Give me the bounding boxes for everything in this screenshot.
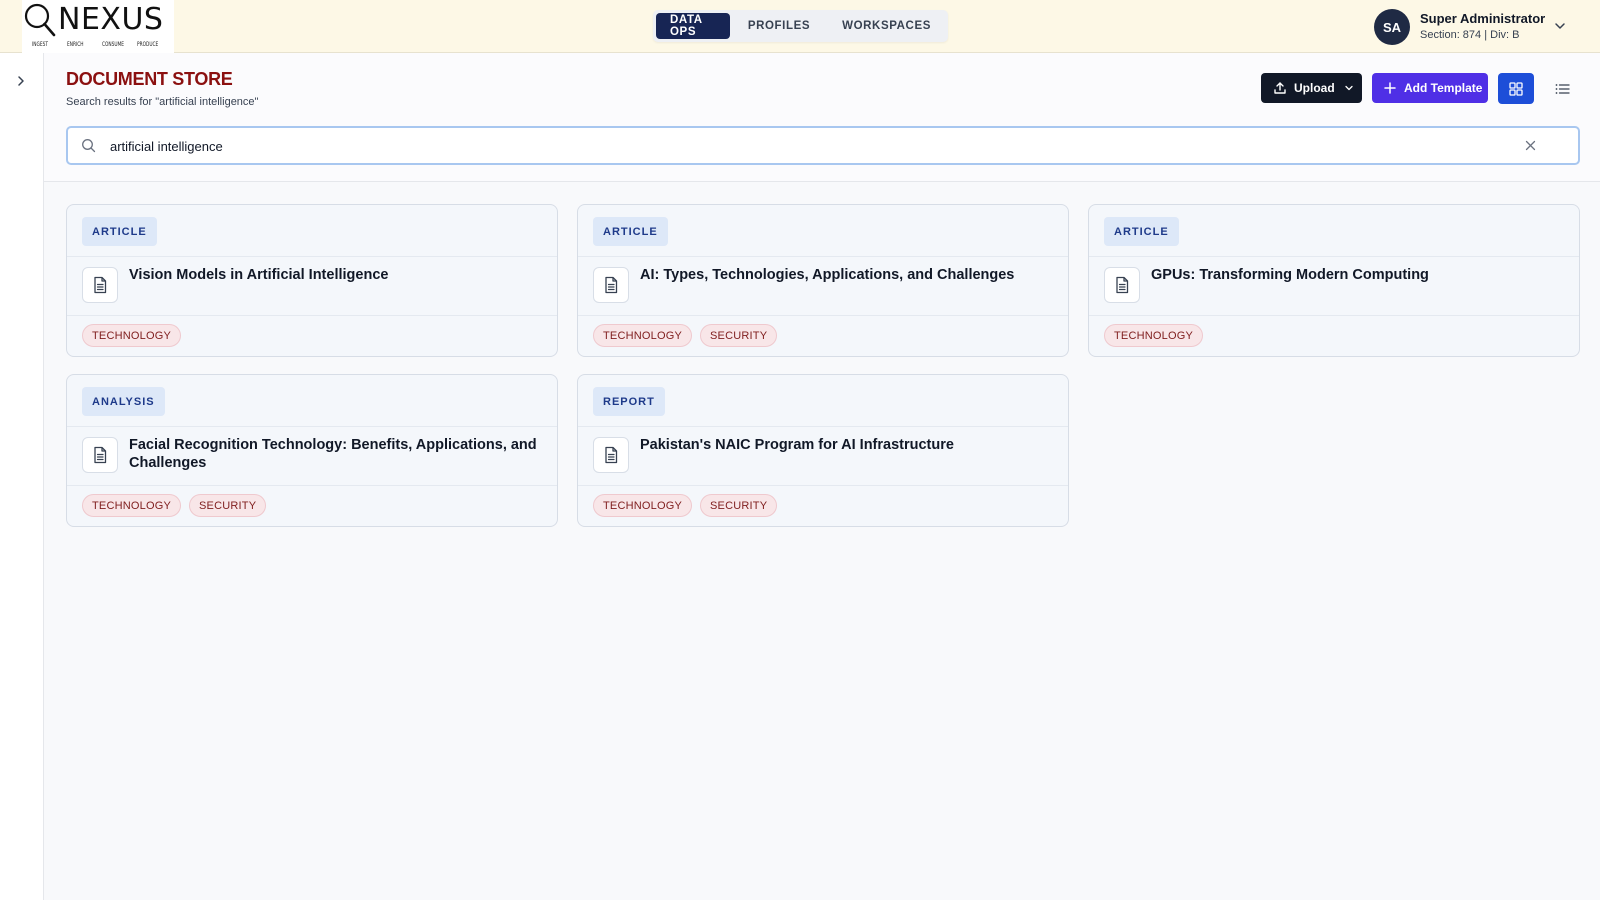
tag-list: TECHNOLOGY SECURITY	[82, 494, 267, 517]
divider	[578, 256, 1068, 257]
add-template-button[interactable]: Add Template	[1372, 73, 1488, 103]
document-type-badge: ARTICLE	[82, 217, 157, 246]
tag[interactable]: TECHNOLOGY	[593, 324, 693, 347]
brand-logo[interactable]: NEXUS INGEST ENRICH CONSUME PRODUCE	[22, 0, 174, 53]
grid-icon	[1509, 81, 1523, 96]
document-type-badge: REPORT	[593, 387, 665, 416]
document-icon	[82, 437, 118, 473]
chevron-down-icon	[1345, 85, 1353, 91]
avatar[interactable]: SA	[1374, 9, 1410, 45]
document-title[interactable]: GPUs: Transforming Modern Computing	[1151, 266, 1561, 284]
brand-tagline-item: PRODUCE	[137, 41, 159, 48]
divider	[67, 485, 557, 486]
tag[interactable]: SECURITY	[700, 324, 778, 347]
search-bar	[66, 126, 1580, 165]
brand-tagline-item: INGEST	[32, 41, 48, 48]
divider	[578, 485, 1068, 486]
brand-name: NEXUS	[58, 2, 164, 37]
page-header: DOCUMENT STORE Search results for "artif…	[44, 53, 1600, 182]
document-title[interactable]: Pakistan's NAIC Program for AI Infrastru…	[640, 436, 1050, 454]
search-input[interactable]	[110, 135, 1510, 157]
tag[interactable]: SECURITY	[700, 494, 778, 517]
user-section-info: Section: 874 | Div: B	[1420, 29, 1520, 41]
document-type-badge: ARTICLE	[1104, 217, 1179, 246]
tag[interactable]: TECHNOLOGY	[1104, 324, 1204, 347]
divider	[67, 426, 557, 427]
tab-profiles[interactable]: PROFILES	[734, 13, 824, 39]
brand-tagline-item: CONSUME	[102, 41, 125, 48]
document-icon	[82, 267, 118, 303]
search-icon	[82, 139, 96, 153]
divider	[67, 315, 557, 316]
document-title[interactable]: Facial Recognition Technology: Benefits,…	[129, 436, 539, 472]
brand-tagline: INGEST ENRICH CONSUME PRODUCE	[32, 41, 172, 48]
tag[interactable]: TECHNOLOGY	[82, 324, 182, 347]
user-name: Super Administrator	[1420, 11, 1546, 26]
document-icon	[593, 437, 629, 473]
document-icon	[593, 267, 629, 303]
page-title: DOCUMENT STORE	[66, 69, 233, 89]
main-nav-tabs: DATA OPS PROFILES WORKSPACES	[653, 10, 948, 42]
divider	[67, 256, 557, 257]
document-type-badge: ARTICLE	[593, 217, 668, 246]
document-type-badge: ANALYSIS	[82, 387, 165, 416]
document-title[interactable]: AI: Types, Technologies, Applications, a…	[640, 266, 1050, 284]
document-card[interactable]: ARTICLE Vision Models in Artificial Inte…	[66, 204, 558, 357]
chevron-down-icon[interactable]	[1552, 18, 1568, 34]
divider	[1089, 315, 1579, 316]
magnifier-icon	[24, 3, 56, 37]
list-icon	[1555, 83, 1570, 94]
tab-workspaces[interactable]: WORKSPACES	[828, 13, 945, 39]
upload-button[interactable]: Upload	[1261, 73, 1362, 103]
divider	[578, 315, 1068, 316]
tag-list: TECHNOLOGY	[1104, 324, 1204, 347]
grid-view-button[interactable]	[1498, 73, 1534, 104]
tag[interactable]: TECHNOLOGY	[593, 494, 693, 517]
list-view-button[interactable]	[1544, 73, 1580, 104]
upload-icon	[1274, 82, 1286, 94]
tag[interactable]: SECURITY	[189, 494, 267, 517]
tag-list: TECHNOLOGY SECURITY	[593, 324, 778, 347]
user-menu[interactable]: SA Super Administrator Section: 874 | Di…	[1374, 8, 1584, 46]
document-card[interactable]: REPORT Pakistan's NAIC Program for AI In…	[577, 374, 1069, 527]
divider	[578, 426, 1068, 427]
add-template-button-label: Add Template	[1404, 81, 1483, 95]
upload-button-label: Upload	[1294, 81, 1335, 95]
divider	[1089, 256, 1579, 257]
top-bar: NEXUS INGEST ENRICH CONSUME PRODUCE DATA…	[0, 0, 1600, 53]
tag-list: TECHNOLOGY	[82, 324, 182, 347]
document-icon	[1104, 267, 1140, 303]
tab-data-ops[interactable]: DATA OPS	[656, 13, 730, 39]
brand-tagline-item: ENRICH	[67, 41, 84, 48]
tag[interactable]: TECHNOLOGY	[82, 494, 182, 517]
search-results-caption: Search results for "artificial intellige…	[66, 96, 259, 108]
document-card[interactable]: ARTICLE AI: Types, Technologies, Applica…	[577, 204, 1069, 357]
document-title[interactable]: Vision Models in Artificial Intelligence	[129, 266, 539, 284]
main-content: DOCUMENT STORE Search results for "artif…	[44, 53, 1600, 900]
sidebar	[0, 53, 44, 900]
document-card[interactable]: ARTICLE GPUs: Transforming Modern Comput…	[1088, 204, 1580, 357]
tag-list: TECHNOLOGY SECURITY	[593, 494, 778, 517]
chevron-right-icon[interactable]	[13, 73, 29, 89]
document-card[interactable]: ANALYSIS Facial Recognition Technology: …	[66, 374, 558, 527]
close-icon[interactable]	[1523, 138, 1538, 153]
plus-icon	[1384, 82, 1396, 94]
